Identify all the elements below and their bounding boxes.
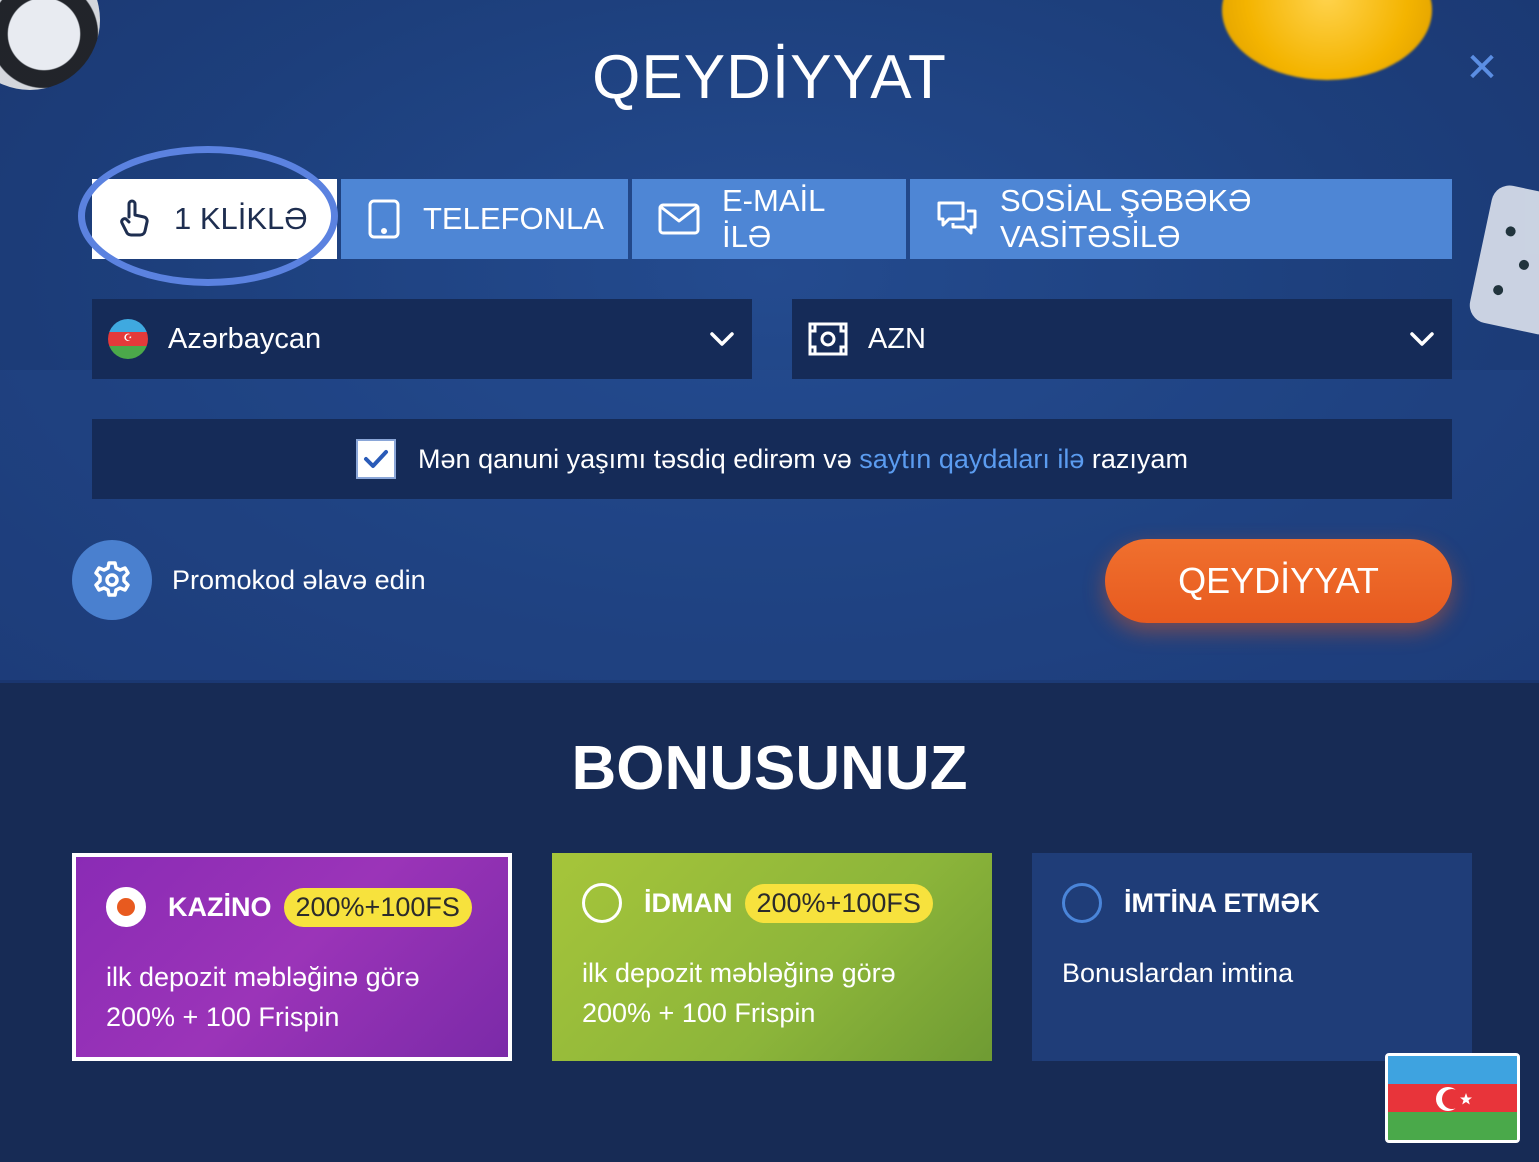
bonus-card-sport[interactable]: İDMAN 200%+100FS ilk depozit məbləğinə g… <box>552 853 992 1061</box>
bonus-description-line1: Bonuslardan imtina <box>1062 958 1294 988</box>
chevron-down-icon <box>1410 332 1434 346</box>
bonus-card-decline[interactable]: İMTİNA ETMƏK Bonuslardan imtina <box>1032 853 1472 1061</box>
gear-icon <box>72 540 152 620</box>
agreement-text: Mən qanuni yaşımı təsdiq edirəm və saytı… <box>418 444 1188 475</box>
banknote-icon <box>808 322 848 356</box>
promo-code-label: Promokod əlavə edin <box>172 564 426 595</box>
bonus-name: İMTİNA ETMƏK <box>1124 887 1320 918</box>
checkmark-icon <box>364 450 389 468</box>
tab-label: 1 KLİKLƏ <box>174 201 308 236</box>
agreement-text-after: razıyam <box>1091 443 1188 474</box>
currency-value: AZN <box>868 322 926 355</box>
envelope-icon <box>658 203 700 235</box>
bonus-badge: 200%+100FS <box>283 887 472 927</box>
tab-phone[interactable]: TELEFONLA <box>341 179 628 259</box>
bonus-description-line2: 200% + 100 Frispin <box>582 998 816 1028</box>
chevron-down-icon <box>710 332 734 346</box>
bonus-name: İDMAN <box>644 887 733 918</box>
register-button[interactable]: QEYDİYYAT <box>1105 539 1452 623</box>
country-value: Azərbaycan <box>168 322 322 355</box>
bonus-description-line1: ilk depozit məbləğinə görə <box>582 958 896 988</box>
currency-select[interactable]: AZN <box>792 299 1452 379</box>
tab-label: E-MAİL İLƏ <box>722 183 825 254</box>
dice-decoration <box>1466 182 1539 338</box>
hand-pointer-icon <box>120 199 149 237</box>
chat-bubbles-icon <box>937 201 977 235</box>
promo-code-toggle[interactable]: Promokod əlavə edin <box>72 540 426 620</box>
bonus-card-casino[interactable]: KAZİNO 200%+100FS ilk depozit məbləğinə … <box>72 853 512 1061</box>
language-flag-azerbaijan-icon[interactable] <box>1385 1053 1520 1143</box>
bonus-radio-decline[interactable] <box>1062 883 1102 923</box>
phone-icon <box>368 199 400 239</box>
bonus-description-line2: 200% + 100 Frispin <box>106 1002 340 1032</box>
tab-label: TELEFONLA <box>423 201 604 236</box>
bonus-description-line1: ilk depozit məbləğinə görə <box>106 962 420 992</box>
bonus-badge: 200%+100FS <box>744 883 933 923</box>
azerbaijan-flag-icon: ☪ <box>108 319 148 359</box>
tab-social[interactable]: SOSİAL ŞƏBƏKƏ VASİTƏSİLƏ <box>910 179 1452 259</box>
age-agreement-row: Mən qanuni yaşımı təsdiq edirəm və saytı… <box>92 419 1452 499</box>
age-agreement-checkbox[interactable] <box>356 439 397 479</box>
bonus-radio-casino[interactable] <box>106 887 146 927</box>
registration-tabs: 1 KLİKLƏ TELEFONLA E-MAİL İLƏ SOSİAL ŞƏB… <box>92 179 1452 259</box>
page-title: QEYDİYYAT <box>592 43 947 112</box>
bonus-section-title: BONUSUNUZ <box>571 734 968 803</box>
tab-one-click[interactable]: 1 KLİKLƏ <box>92 179 337 259</box>
site-rules-link[interactable]: saytın qaydaları ilə <box>859 444 1084 474</box>
background-overlay <box>0 370 1539 680</box>
agreement-text-before: Mən qanuni yaşımı təsdiq edirəm və <box>418 443 852 474</box>
country-select[interactable]: ☪ Azərbaycan <box>92 299 752 379</box>
tab-email[interactable]: E-MAİL İLƏ <box>632 179 906 259</box>
bonus-name: KAZİNO <box>168 891 272 922</box>
close-icon[interactable]: ✕ <box>1462 46 1502 90</box>
tab-label: SOSİAL ŞƏBƏKƏ VASİTƏSİLƏ <box>1000 183 1252 254</box>
bonus-radio-sport[interactable] <box>582 883 622 923</box>
